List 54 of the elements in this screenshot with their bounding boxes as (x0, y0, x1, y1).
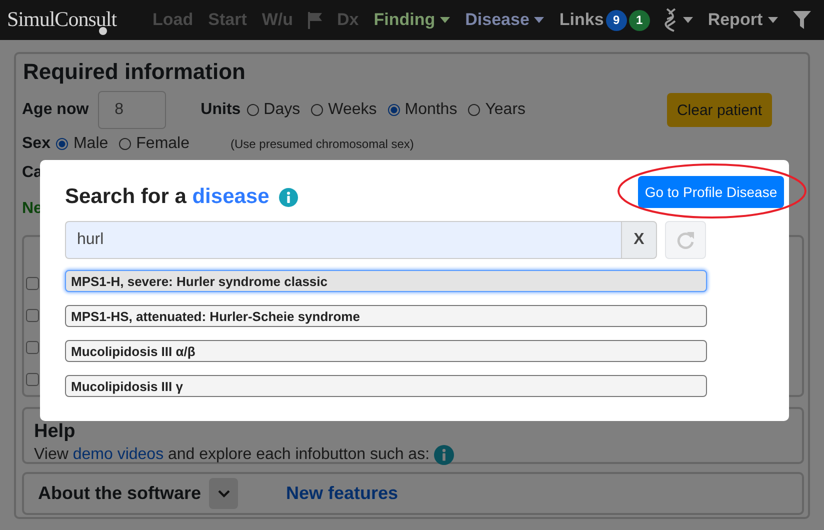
search-field[interactable]: hurl (65, 221, 621, 259)
expand-button[interactable] (209, 478, 238, 509)
field-label: Units (200, 101, 241, 119)
caret-icon (440, 17, 450, 23)
result-item[interactable]: Mucolipidosis III γ (65, 375, 707, 397)
caret-icon (534, 17, 544, 23)
radio-button[interactable] (246, 104, 259, 116)
nav-menu-item[interactable]: Finding (374, 10, 450, 30)
radio-label[interactable]: Days (264, 101, 300, 119)
radio-label[interactable]: Months (404, 101, 458, 119)
caret-icon (768, 17, 778, 23)
nav-menu-item[interactable]: Links (559, 10, 604, 30)
checkbox[interactable] (26, 341, 39, 354)
go-to-profile-button[interactable]: Go to Profile Disease (638, 176, 784, 208)
logo[interactable]: SimulConsult (7, 0, 117, 40)
radio-button[interactable] (311, 104, 324, 116)
count-badge: 1 (628, 10, 650, 30)
radio-button[interactable] (388, 104, 400, 116)
clear-search-button[interactable]: X (621, 221, 657, 259)
demo-videos-link[interactable]: demo videos (72, 446, 164, 463)
info-icon[interactable] (279, 188, 298, 206)
info-icon[interactable] (434, 445, 454, 465)
result-item[interactable]: MPS1-HS, attenuated: Hurler-Scheie syndrome (65, 305, 707, 327)
dialog-title: Search for a disease (65, 185, 270, 209)
field-label: Sex (22, 135, 50, 153)
field-label: Age now (22, 101, 89, 119)
radio-label[interactable]: Weeks (328, 101, 377, 119)
checkbox[interactable] (26, 373, 39, 386)
caret-icon (682, 17, 693, 23)
checkbox[interactable] (26, 277, 39, 290)
checkbox[interactable] (26, 309, 39, 322)
nav-menu-item[interactable]: Report (708, 10, 778, 30)
filter-icon[interactable] (792, 11, 811, 29)
count-badge: 9 (606, 10, 627, 30)
chevron-icon (218, 490, 230, 498)
radio-button[interactable] (119, 138, 132, 150)
radio-button[interactable] (56, 138, 68, 150)
hint-text: (Use presumed chromosomal sex) (230, 137, 414, 151)
radio-button[interactable] (468, 104, 480, 116)
section-title: About the software (38, 483, 202, 504)
radio-label[interactable]: Years (485, 101, 526, 119)
section-title: Help (34, 421, 76, 442)
section-title: Required information (22, 58, 246, 86)
new-features-link[interactable]: New features (286, 483, 398, 504)
refresh-icon (676, 231, 694, 249)
result-item[interactable]: MPS1-H, severe: Hurler syndrome classic (65, 270, 707, 292)
help-text: View demo videos and explore each infobutton such as: (34, 446, 430, 464)
result-item[interactable]: Mucolipidosis III α/β (65, 340, 707, 362)
nav-menu-item[interactable]: Disease (465, 10, 544, 30)
dna-icon[interactable] (664, 8, 693, 32)
radio-label[interactable]: Male (73, 135, 108, 153)
radio-label[interactable]: Female (136, 135, 190, 153)
clear-patient-button[interactable]: Clear patient (666, 93, 772, 127)
age-field[interactable]: 8 (98, 91, 166, 129)
